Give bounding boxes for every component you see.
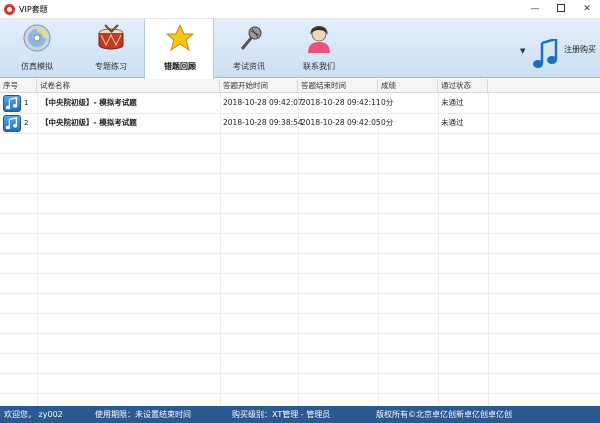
register-label: 注册购买 xyxy=(564,45,596,54)
close-button[interactable]: ✕ xyxy=(574,0,600,19)
tool-simulation[interactable]: 仿真模拟 xyxy=(2,19,72,78)
tool-topic-practice[interactable]: 专题练习 xyxy=(76,19,146,78)
music-note-icon xyxy=(533,39,558,68)
column-header-status[interactable]: 通过状态 xyxy=(438,79,488,93)
app-logo-icon xyxy=(4,4,15,15)
title-bar: VIP套题 — ✕ xyxy=(0,0,600,19)
grid-divider xyxy=(0,253,600,254)
row-score: 0分 xyxy=(381,118,394,127)
row-score: 0分 xyxy=(381,98,394,107)
grid-divider xyxy=(0,293,600,294)
tool-exam-news[interactable]: 考试资讯 xyxy=(214,19,284,78)
column-header-score[interactable]: 成绩 xyxy=(378,79,438,93)
microphone-icon xyxy=(240,26,262,50)
minimize-button[interactable]: — xyxy=(522,0,548,19)
grid-divider xyxy=(0,153,600,154)
tool-label: 考试资讯 xyxy=(233,62,265,71)
tool-label: 联系我们 xyxy=(303,62,335,71)
row-end-time: 2018-10-28 09:42:11 xyxy=(301,98,381,107)
grid-divider xyxy=(0,233,600,234)
row-start-time: 2018-10-28 09:42:07 xyxy=(223,98,303,107)
grid-divider xyxy=(37,93,38,406)
register-purchase-button[interactable]: ▼ 注册购买 xyxy=(518,39,598,69)
grid-divider xyxy=(0,313,600,314)
tool-wrong-review[interactable]: 错题回顾 xyxy=(144,19,214,79)
column-header-filler xyxy=(488,79,600,93)
star-icon xyxy=(165,23,195,52)
cd-icon xyxy=(23,24,51,52)
exam-record-table: 序号 试卷名称 答题开始时间 答题结束时间 成绩 通过状态 1 【中央院初级】-… xyxy=(0,79,600,406)
copyright-text: 版权所有©北京卓亿创新卓亿创卓亿创 xyxy=(376,410,512,419)
row-seq: 2 xyxy=(24,119,29,127)
tool-label: 错题回顾 xyxy=(164,62,196,71)
grid-divider xyxy=(0,373,600,374)
table-row[interactable]: 1 【中央院初级】- 模拟考试题 2018-10-28 09:42:07 201… xyxy=(0,93,600,113)
table-row[interactable]: 2 【中央院初级】- 模拟考试题 2018-10-28 09:38:54 201… xyxy=(0,113,600,133)
dropdown-arrow-icon: ▼ xyxy=(520,47,526,55)
row-exam-name: 【中央院初级】- 模拟考试题 xyxy=(41,98,137,107)
grid-divider xyxy=(0,273,600,274)
row-seq: 1 xyxy=(24,99,29,107)
tool-label: 仿真模拟 xyxy=(21,62,53,71)
status-bar: 欢迎您， zy002 使用期限：未设置结束时间 购买级别：XT管理 - 管理员 … xyxy=(0,406,600,423)
grid-divider xyxy=(220,93,221,406)
row-start-time: 2018-10-28 09:38:54 xyxy=(223,118,303,127)
column-header-start[interactable]: 答题开始时间 xyxy=(220,79,298,93)
support-person-icon xyxy=(308,26,330,53)
purchase-level-text: 购买级别：XT管理 - 管理员 xyxy=(232,410,331,419)
grid-divider xyxy=(438,93,439,406)
row-status: 未通过 xyxy=(441,118,464,127)
row-exam-name: 【中央院初级】- 模拟考试题 xyxy=(41,118,137,127)
usage-period-text: 使用期限：未设置结束时间 xyxy=(95,410,191,419)
row-end-time: 2018-10-28 09:42:05 xyxy=(301,118,381,127)
maximize-button[interactable] xyxy=(548,0,574,19)
drum-icon xyxy=(98,24,124,50)
window-title: VIP套题 xyxy=(19,5,48,14)
grid-divider xyxy=(0,213,600,214)
column-header-seq[interactable]: 序号 xyxy=(0,79,37,93)
grid-divider xyxy=(0,193,600,194)
tool-label: 专题练习 xyxy=(95,62,127,71)
column-header-end[interactable]: 答题结束时间 xyxy=(298,79,378,93)
grid-divider xyxy=(0,333,600,334)
music-note-icon[interactable] xyxy=(3,115,21,132)
grid-divider xyxy=(0,353,600,354)
grid-divider xyxy=(378,93,379,406)
grid-divider xyxy=(0,393,600,394)
grid-divider xyxy=(0,133,600,134)
grid-divider xyxy=(298,93,299,406)
music-note-icon[interactable] xyxy=(3,95,21,112)
grid-divider xyxy=(0,173,600,174)
welcome-text: 欢迎您， zy002 xyxy=(4,410,63,419)
tool-contact-us[interactable]: 联系我们 xyxy=(284,19,354,78)
table-header: 序号 试卷名称 答题开始时间 答题结束时间 成绩 通过状态 xyxy=(0,79,600,93)
column-header-name[interactable]: 试卷名称 xyxy=(37,79,220,93)
grid-divider xyxy=(488,93,489,406)
row-status: 未通过 xyxy=(441,98,464,107)
main-toolbar: 仿真模拟 专题练习 错题回顾 考试资讯 联系我们 ▼ 注册购买 xyxy=(0,19,600,79)
